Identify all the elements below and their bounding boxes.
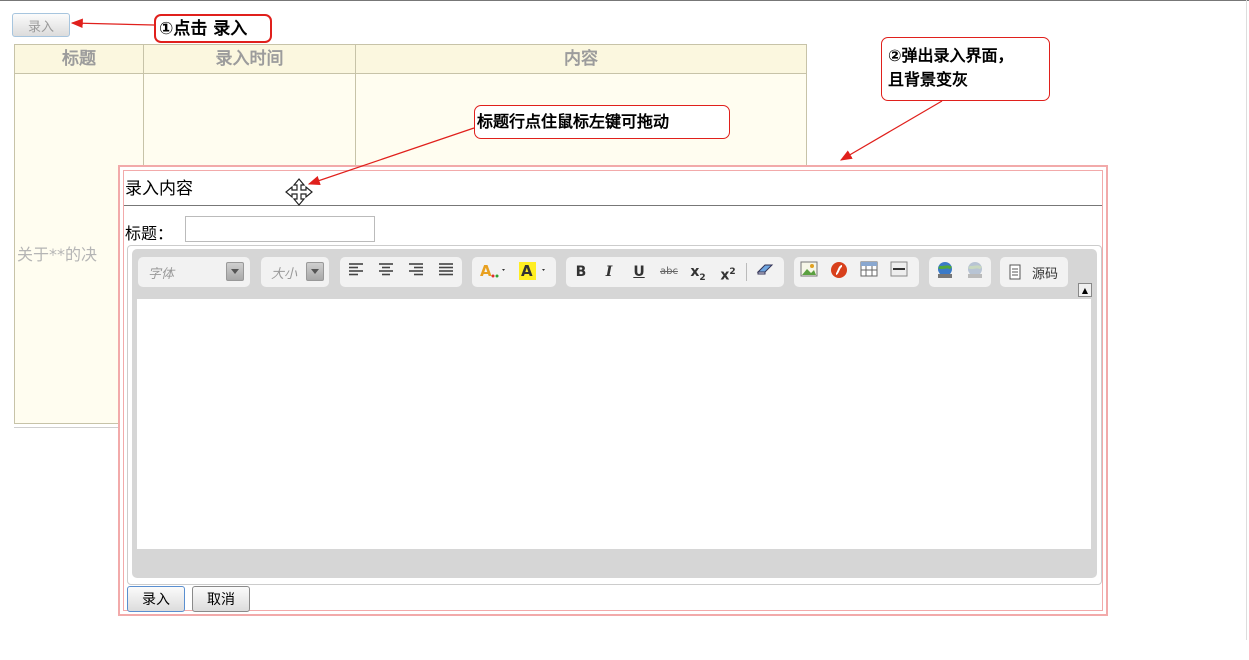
callout-step2-line2: 且背景变灰	[888, 70, 969, 89]
callout-step2-line1: ②弹出录入界面，	[888, 46, 1014, 65]
annotation-arrows	[70, 18, 943, 186]
arrow-to-dialog	[839, 100, 943, 161]
arrow-to-title-bar	[307, 127, 475, 186]
callout-step1: ①点击 录入	[154, 14, 272, 43]
callout-step2: ②弹出录入界面， 且背景变灰	[881, 37, 1050, 101]
callout-drag-hint: 标题行点住鼠标左键可拖动	[474, 105, 730, 139]
arrow-to-open-button	[70, 18, 155, 29]
